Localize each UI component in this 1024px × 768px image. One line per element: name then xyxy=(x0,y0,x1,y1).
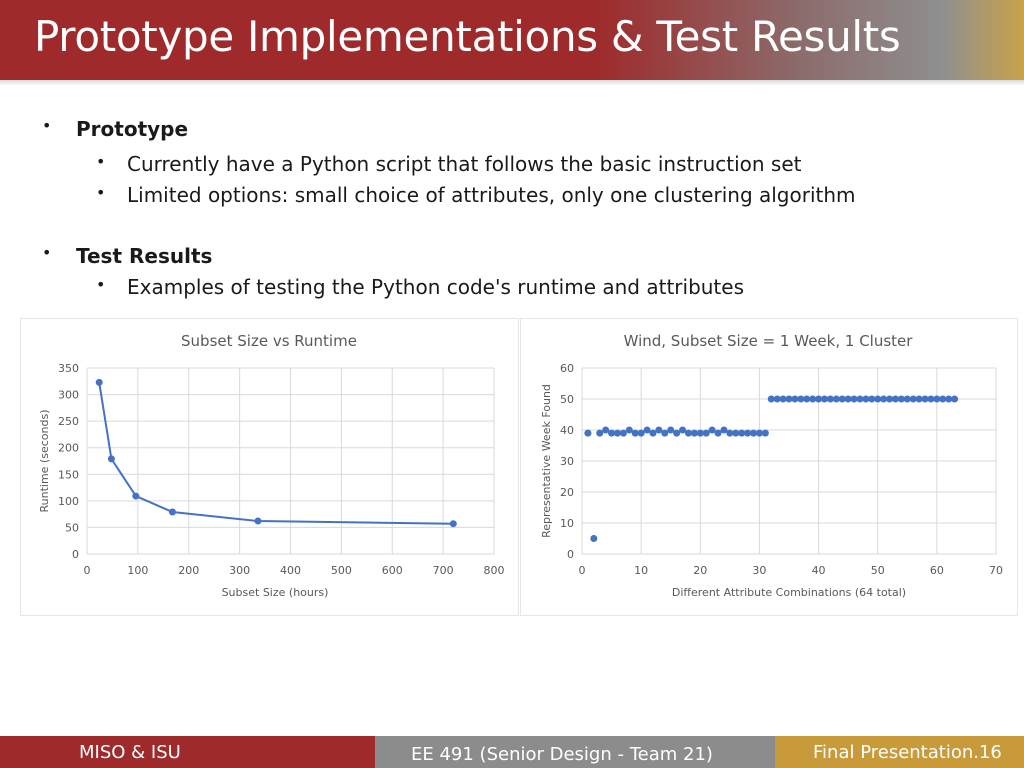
title-bar: Prototype Implementations & Test Results xyxy=(0,0,1024,80)
bullet-dot: • xyxy=(96,183,106,202)
section-heading-test-results: Test Results xyxy=(76,244,213,268)
x-tick-label: 30 xyxy=(752,564,766,577)
x-tick-label: 50 xyxy=(871,564,885,577)
x-tick-label: 400 xyxy=(280,564,301,577)
data-point xyxy=(661,429,669,437)
bullet-dot: • xyxy=(42,116,52,135)
slide-title: Prototype Implementations & Test Results xyxy=(34,12,901,61)
data-point xyxy=(625,426,633,434)
x-tick-label: 200 xyxy=(178,564,199,577)
title-shadow xyxy=(0,80,1024,86)
y-tick-label: 200 xyxy=(58,442,79,455)
data-point xyxy=(168,508,176,516)
data-point xyxy=(673,429,681,437)
y-axis-label: Runtime (seconds) xyxy=(38,410,51,513)
x-tick-label: 600 xyxy=(382,564,403,577)
runtime-chart: Subset Size vs Runtime 0 50 100 150 200 250 30… xyxy=(20,318,519,616)
x-tick-label: 500 xyxy=(331,564,352,577)
x-tick-label: 700 xyxy=(433,564,454,577)
bullet-item: Currently have a Python script that foll… xyxy=(127,152,802,176)
bullet-dot: • xyxy=(96,152,106,171)
bullet-item: Examples of testing the Python code's ru… xyxy=(127,275,745,299)
footer-slide-number: Final Presentation.16 xyxy=(813,742,1002,763)
data-point xyxy=(702,429,710,437)
section-heading-prototype: Prototype xyxy=(76,117,189,141)
y-tick-label: 100 xyxy=(58,495,79,508)
data-point xyxy=(107,455,115,463)
footer-course: EE 491 (Senior Design - Team 21) xyxy=(411,744,713,765)
footer: MISO & ISU EE 491 (Senior Design - Team … xyxy=(0,736,1024,768)
footer-left-block: MISO & ISU xyxy=(0,736,375,768)
data-point xyxy=(619,429,627,437)
footer-right-block: Final Presentation.16 xyxy=(775,736,1024,768)
data-point xyxy=(449,520,457,528)
x-axis-label: Different Attribute Combinations (64 tot… xyxy=(672,586,906,599)
y-tick-label: 250 xyxy=(58,415,79,428)
x-tick-label: 70 xyxy=(989,564,1003,577)
x-tick-label: 20 xyxy=(693,564,707,577)
data-point xyxy=(679,426,687,434)
y-tick-label: 40 xyxy=(560,424,574,437)
data-point xyxy=(590,535,598,542)
y-tick-label: 60 xyxy=(560,362,574,375)
x-tick-label: 40 xyxy=(812,564,826,577)
data-point xyxy=(254,517,262,525)
x-tick-label: 800 xyxy=(484,564,505,577)
data-point xyxy=(655,426,663,434)
x-tick-label: 100 xyxy=(127,564,148,577)
footer-center-block: EE 491 (Senior Design - Team 21) xyxy=(375,736,775,768)
x-tick-label: 60 xyxy=(930,564,944,577)
bullet-dot: • xyxy=(96,275,106,294)
y-tick-label: 350 xyxy=(58,362,79,375)
bullet-item: Limited options: small choice of attribu… xyxy=(127,183,856,207)
data-point xyxy=(761,429,769,437)
bullet-dot: • xyxy=(42,243,52,262)
y-tick-label: 20 xyxy=(560,486,574,499)
y-axis-label: Representative Week Found xyxy=(540,384,553,538)
data-point xyxy=(951,395,959,403)
y-tick-label: 0 xyxy=(567,548,574,561)
data-point xyxy=(714,429,722,437)
x-tick-label: 10 xyxy=(634,564,648,577)
y-tick-label: 50 xyxy=(560,393,574,406)
y-tick-label: 0 xyxy=(72,548,79,561)
data-point xyxy=(602,426,610,434)
data-point xyxy=(132,492,140,500)
data-point xyxy=(637,429,645,437)
y-tick-label: 10 xyxy=(560,517,574,530)
wind-chart: Wind, Subset Size = 1 Week, 1 Cluster 0 1… xyxy=(520,318,1018,616)
data-point xyxy=(649,429,657,437)
x-axis-ticks: 0 100 200 300 400 500 600 700 800 xyxy=(84,564,505,577)
data-point xyxy=(667,426,675,434)
chart-title: Subset Size vs Runtime xyxy=(181,332,357,350)
x-axis-label: Subset Size (hours) xyxy=(222,586,329,599)
data-point xyxy=(643,426,651,434)
data-point xyxy=(596,429,604,437)
y-tick-label: 30 xyxy=(560,455,574,468)
data-point xyxy=(708,426,716,434)
y-tick-label: 150 xyxy=(58,468,79,481)
chart-title: Wind, Subset Size = 1 Week, 1 Cluster xyxy=(624,332,914,350)
y-tick-label: 50 xyxy=(65,521,79,534)
x-tick-label: 0 xyxy=(84,564,91,577)
data-point xyxy=(584,429,592,437)
x-tick-label: 0 xyxy=(579,564,586,577)
footer-org: MISO & ISU xyxy=(79,742,181,763)
x-tick-label: 300 xyxy=(229,564,250,577)
y-tick-label: 300 xyxy=(58,389,79,402)
data-point xyxy=(95,378,103,386)
data-point xyxy=(720,426,728,434)
